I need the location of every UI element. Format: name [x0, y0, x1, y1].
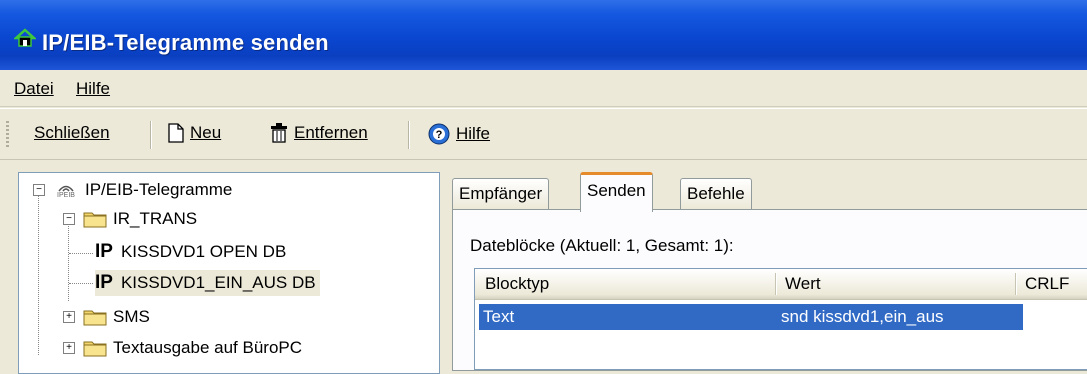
tree-root-label: IP/EIB-Telegramme	[85, 180, 233, 199]
trash-icon	[271, 123, 287, 143]
table-row[interactable]: Text snd kissdvd1,ein_aus	[479, 304, 1023, 330]
help-button[interactable]: ? Hilfe	[428, 123, 490, 145]
menu-hilfe[interactable]: Hilfe	[76, 79, 110, 99]
tree-view[interactable]: − IPEIB IP/EIB-Telegramme − IR_TRANS IP …	[18, 172, 440, 374]
help-icon: ?	[428, 123, 450, 145]
help-button-label: Hilfe	[456, 124, 491, 143]
tree-guide	[38, 195, 39, 355]
ipeib-icon-text: IPEIB	[57, 191, 75, 199]
remove-button-label: Entfernen	[294, 123, 368, 142]
svg-text:?: ?	[436, 129, 443, 141]
column-header-crlf[interactable]: CRLF	[1025, 274, 1069, 294]
expand-icon[interactable]: +	[63, 311, 75, 323]
cell-blocktyp: Text	[483, 307, 515, 326]
tree-folder-label: Textausgabe auf BüroPC	[113, 338, 303, 357]
close-button-label: Schließen	[34, 123, 110, 142]
column-header-blocktyp[interactable]: Blocktyp	[485, 274, 549, 294]
tree-guide	[69, 253, 93, 254]
ipeib-icon: IPEIB	[55, 182, 77, 199]
ip-icon: IP	[95, 272, 113, 293]
blocks-table[interactable]: Blocktyp Wert CRLF Text snd kissdvd1,ein…	[474, 268, 1087, 370]
new-button[interactable]: Neu	[168, 123, 221, 143]
title-bar: IP/EIB-Telegramme senden	[0, 0, 1087, 70]
tree-guide	[68, 223, 69, 301]
tree-item-label: KISSDVD1_EIN_AUS DB	[120, 273, 316, 292]
menu-bar: Datei Hilfe	[0, 70, 1087, 107]
tree-folder-ir-trans[interactable]: − IR_TRANS	[63, 206, 197, 232]
column-header-wert[interactable]: Wert	[785, 274, 821, 294]
new-document-icon	[168, 123, 184, 143]
window-title: IP/EIB-Telegramme senden	[42, 30, 329, 55]
tree-root[interactable]: − IPEIB IP/EIB-Telegramme	[33, 177, 232, 203]
folder-icon	[83, 212, 107, 228]
tab-empfaenger[interactable]: Empfänger	[452, 178, 550, 209]
toolbar-separator	[150, 121, 152, 149]
tree-folder-sms[interactable]: + SMS	[63, 304, 150, 330]
tree-item-selected[interactable]: IP KISSDVD1_EIN_AUS DB	[95, 270, 320, 296]
tree-folder-label: SMS	[113, 307, 150, 326]
blocks-label: Dateblöcke (Aktuell: 1, Gesamt: 1):	[470, 236, 734, 255]
collapse-icon[interactable]: −	[63, 213, 75, 225]
remove-button[interactable]: Entfernen	[270, 123, 368, 143]
tab-strip: Empfänger Senden Befehle	[452, 172, 1087, 212]
toolbar-separator	[408, 121, 410, 149]
close-button[interactable]: Schließen	[34, 123, 110, 143]
tree-item[interactable]: IP KISSDVD1 OPEN DB	[95, 239, 286, 265]
new-button-label: Neu	[190, 123, 222, 142]
toolbar-grip[interactable]	[6, 121, 9, 149]
tree-folder-textausgabe[interactable]: + Textausgabe auf BüroPC	[63, 335, 302, 361]
expand-icon[interactable]: +	[63, 342, 75, 354]
table-header: Blocktyp Wert CRLF	[475, 269, 1087, 300]
cell-wert: snd kissdvd1,ein_aus	[781, 307, 944, 326]
tree-guide	[69, 283, 93, 284]
column-separator[interactable]	[775, 273, 777, 295]
ip-icon: IP	[95, 241, 113, 262]
tab-senden[interactable]: Senden	[580, 172, 653, 212]
house-icon	[14, 28, 36, 47]
tab-befehle[interactable]: Befehle	[680, 178, 752, 209]
menu-datei[interactable]: Datei	[14, 79, 54, 99]
column-separator[interactable]	[1015, 273, 1017, 295]
tree-item-label: KISSDVD1 OPEN DB	[120, 242, 287, 261]
folder-icon	[83, 310, 107, 326]
collapse-icon[interactable]: −	[33, 184, 45, 196]
tree-folder-label: IR_TRANS	[113, 209, 198, 228]
folder-icon	[83, 341, 107, 357]
toolbar: Schließen Neu Entfernen ? Hilfe	[0, 108, 1087, 160]
